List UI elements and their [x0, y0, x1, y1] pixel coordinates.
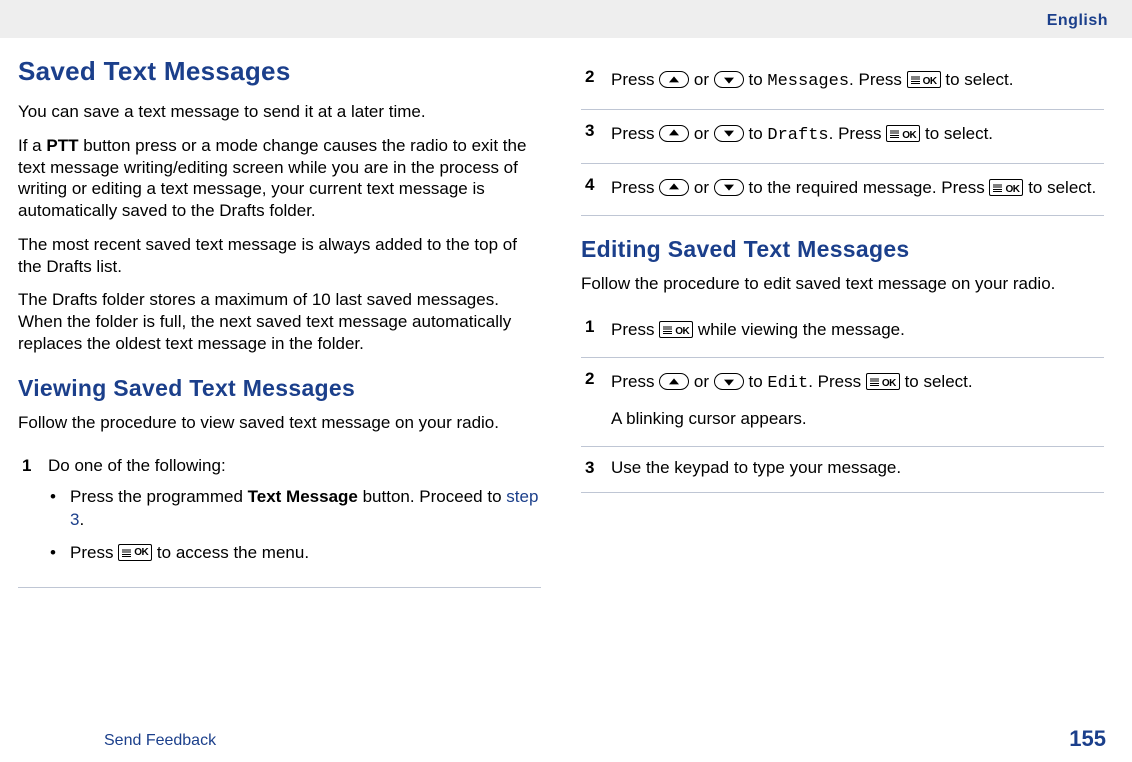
down-arrow-key-icon — [714, 373, 744, 390]
step-3: 3 Press or to Drafts. Press to select. — [581, 109, 1104, 163]
text: Press — [611, 178, 659, 197]
step-number: 2 — [585, 66, 611, 97]
down-arrow-key-icon — [714, 71, 744, 88]
bullet-list: • Press the programmed Text Message butt… — [48, 486, 541, 565]
paragraph: The most recent saved text message is al… — [18, 234, 541, 278]
ok-key-icon — [659, 321, 693, 338]
language-label: English — [1047, 12, 1108, 30]
text: to — [749, 124, 768, 143]
step-number: 2 — [585, 368, 611, 434]
text: or — [694, 178, 714, 197]
step-number: 1 — [22, 455, 48, 575]
text: to select. — [925, 124, 993, 143]
left-column: Saved Text Messages You can save a text … — [18, 56, 541, 588]
edit-step-2: 2 Press or to Edit. Press to select. A b… — [581, 357, 1104, 446]
step-body: Use the keypad to type your message. — [611, 457, 1104, 480]
text: . Press — [808, 372, 866, 391]
ok-key-icon — [886, 125, 920, 142]
step-4: 4 Press or to the required message. Pres… — [581, 163, 1104, 216]
text: Press the programmed — [70, 487, 248, 506]
text: or — [694, 372, 714, 391]
text: Press — [70, 543, 118, 562]
paragraph: If a PTT button press or a mode change c… — [18, 135, 541, 222]
step-body: Do one of the following: • Press the pro… — [48, 455, 541, 575]
step-body: Press or to Drafts. Press to select. — [611, 120, 1104, 151]
text: A blinking cursor appears. — [611, 405, 1104, 434]
steps-list-right: 2 Press or to Messages. Press to select.… — [581, 56, 1104, 216]
text: button press or a mode change causes the… — [18, 136, 526, 220]
bullet-icon: • — [48, 486, 70, 532]
steps-edit: 1 Press while viewing the message. 2 Pre… — [581, 306, 1104, 493]
text: Do one of the following: — [48, 456, 226, 475]
text: Use the keypad to type your message. — [611, 458, 901, 477]
list-item: • Press the programmed Text Message butt… — [48, 486, 541, 532]
text: while viewing the message. — [698, 320, 905, 339]
step-number: 3 — [585, 120, 611, 151]
edit-step-1: 1 Press while viewing the message. — [581, 306, 1104, 357]
step-2: 2 Press or to Messages. Press to select. — [581, 56, 1104, 109]
step-body: Press or to the required message. Press … — [611, 174, 1104, 203]
step-body: Press or to Messages. Press to select. — [611, 66, 1104, 97]
text: button. Proceed to — [358, 487, 506, 506]
text: or — [694, 124, 714, 143]
text: Press — [611, 320, 659, 339]
step-number: 4 — [585, 174, 611, 203]
step-body: Press or to Edit. Press to select. A bli… — [611, 368, 1104, 434]
ok-key-icon — [907, 71, 941, 88]
paragraph: Follow the procedure to edit saved text … — [581, 273, 1104, 295]
step-1: 1 Do one of the following: • Press the p… — [18, 445, 541, 588]
bullet-content: Press to access the menu. — [70, 542, 541, 565]
step-body: Press while viewing the message. — [611, 316, 1104, 345]
paragraph: You can save a text message to send it a… — [18, 101, 541, 123]
list-item: • Press to access the menu. — [48, 542, 541, 565]
text: to — [749, 70, 768, 89]
paragraph: The Drafts folder stores a maximum of 10… — [18, 289, 541, 354]
mono-edit: Edit — [767, 374, 808, 393]
mono-drafts: Drafts — [767, 126, 828, 145]
step-number: 1 — [585, 316, 611, 345]
step-number: 3 — [585, 457, 611, 480]
bullet-icon: • — [48, 542, 70, 565]
text: . — [79, 510, 84, 529]
down-arrow-key-icon — [714, 179, 744, 196]
text: to select. — [905, 372, 973, 391]
text: Press — [611, 70, 659, 89]
mono-messages: Messages — [767, 72, 849, 91]
text: to select. — [945, 70, 1013, 89]
footer: Send Feedback 155 — [0, 724, 1132, 752]
text: to select. — [1028, 178, 1096, 197]
text: If a — [18, 136, 46, 155]
text-bold: Text Message — [248, 487, 358, 506]
text: Press — [611, 124, 659, 143]
text: or — [694, 70, 714, 89]
text-bold-ptt: PTT — [46, 136, 78, 155]
bullet-content: Press the programmed Text Message button… — [70, 486, 541, 532]
heading-viewing-saved: Viewing Saved Text Messages — [18, 375, 541, 402]
up-arrow-key-icon — [659, 125, 689, 142]
page-number: 155 — [1069, 726, 1106, 752]
up-arrow-key-icon — [659, 373, 689, 390]
down-arrow-key-icon — [714, 125, 744, 142]
steps-list: 1 Do one of the following: • Press the p… — [18, 445, 541, 588]
page-content: Saved Text Messages You can save a text … — [0, 38, 1132, 588]
top-bar — [0, 0, 1132, 38]
text: to — [749, 372, 768, 391]
send-feedback-link[interactable]: Send Feedback — [104, 732, 216, 750]
text: to the required message. Press — [749, 178, 990, 197]
heading-saved-text-messages: Saved Text Messages — [18, 56, 541, 87]
text: to access the menu. — [157, 543, 309, 562]
up-arrow-key-icon — [659, 71, 689, 88]
text: Press — [611, 372, 659, 391]
right-column: 2 Press or to Messages. Press to select.… — [581, 56, 1104, 588]
text: . Press — [849, 70, 907, 89]
text: . Press — [829, 124, 887, 143]
up-arrow-key-icon — [659, 179, 689, 196]
ok-key-icon — [989, 179, 1023, 196]
ok-key-icon — [866, 373, 900, 390]
ok-key-icon — [118, 544, 152, 561]
heading-editing-saved: Editing Saved Text Messages — [581, 236, 1104, 263]
edit-step-3: 3 Use the keypad to type your message. — [581, 446, 1104, 493]
paragraph: Follow the procedure to view saved text … — [18, 412, 541, 434]
